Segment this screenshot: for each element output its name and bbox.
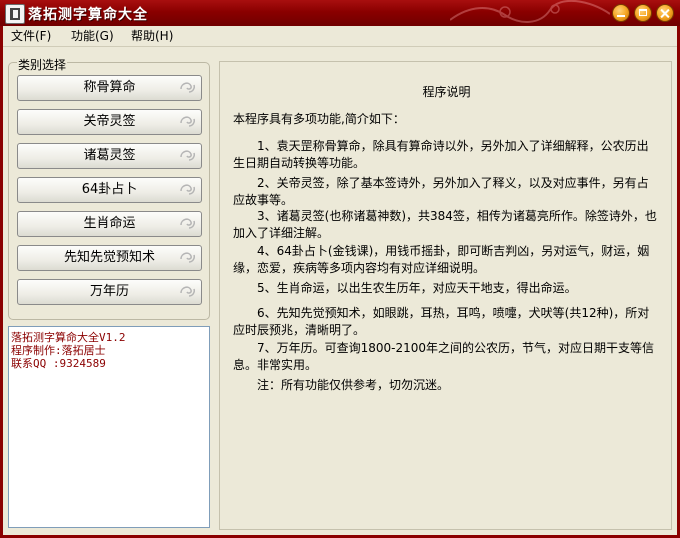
guandi-oracle-button[interactable]: 关帝灵签 [17,109,202,135]
swirl-icon [180,252,195,263]
author-line: 程序制作:落拓居士 [11,344,106,357]
foreknowledge-button[interactable]: 先知先觉预知术 [17,245,202,271]
description-paragraph: 7、万年历。可查询1800-2100年之间的公农历，节气，对应日期干支等信息。非… [233,341,655,372]
title-bar[interactable]: 落拓测字算命大全 [0,0,680,26]
button-label: 生肖命运 [83,216,136,231]
minimize-button[interactable] [612,4,630,22]
menu-function[interactable]: 功能(G) [68,28,117,44]
zhuge-oracle-button[interactable]: 诸葛灵签 [17,143,202,169]
hexagram-divination-button[interactable]: 64卦占卜 [17,177,202,203]
description-paragraph: 4、64卦占卜(金钱课)，用钱币摇卦，即可断吉判凶，另对运气，财运，姻缘，恋爱，… [233,244,650,275]
menu-help[interactable]: 帮助(H) [128,28,176,44]
button-label: 先知先觉预知术 [63,250,155,265]
button-label: 诸葛灵签 [83,148,136,163]
button-label: 关帝灵签 [83,114,136,129]
swirl-icon [180,116,195,127]
disclaimer-paragraph: 注：所有功能仅供参考，切勿沉迷。 [257,378,450,392]
swirl-icon [180,218,195,229]
description-paragraph: 6、先知先觉预知术，如眼跳，耳热，耳鸣，喷嚏，犬吠等(共12种)，所对应时辰预兆… [233,306,650,337]
swirl-icon [180,150,195,161]
zodiac-fate-button[interactable]: 生肖命运 [17,211,202,237]
menu-bar: 文件(F) 功能(G) 帮助(H) [0,26,680,47]
button-label: 万年历 [89,284,129,299]
button-label: 64卦占卜 [81,182,138,197]
perpetual-calendar-button[interactable]: 万年历 [17,279,202,305]
description-panel: 程序说明 本程序具有多项功能,简介如下： 1、袁天罡称骨算命，除具有算命诗以外，… [219,61,672,530]
maximize-icon [639,9,647,16]
description-paragraph: 1、袁天罡称骨算命，除具有算命诗以外，另外加入了详细解释，公农历出生日期自动转换… [233,139,649,170]
swirl-icon [180,82,195,93]
maximize-button[interactable] [634,4,652,22]
button-label: 称骨算命 [83,80,136,95]
close-button[interactable] [656,4,674,22]
panel-title: 程序说明 [422,85,471,99]
contact-line: 联系QQ :9324589 [11,357,106,370]
info-textbox[interactable]: 落拓测字算命大全V1.2 程序制作:落拓居士 联系QQ :9324589 [8,326,210,528]
cloud-scroll-decoration [450,0,610,23]
bone-weight-fortune-button[interactable]: 称骨算命 [17,75,202,101]
description-paragraph: 5、生肖命运，以出生农生历年，对应天干地支，得出命运。 [257,281,577,295]
category-group-label: 类别选择 [17,56,68,73]
version-line: 落拓测字算命大全V1.2 [11,331,126,344]
menu-file[interactable]: 文件(F) [8,28,54,44]
description-paragraph: 2、关帝灵签，除了基本签诗外，另外加入了释义，以及对应事件，另有占应故事等。 [233,176,649,207]
minimize-icon [617,15,625,17]
swirl-icon [180,184,195,195]
window-frame-left [0,26,3,538]
app-icon[interactable] [5,4,25,24]
app-window: 落拓测字算命大全 文件(F) 功能(G) 帮助(H) 类别选择 称骨算命 关帝灵… [0,0,680,538]
panel-intro: 本程序具有多项功能,简介如下： [233,112,405,126]
swirl-icon [180,286,195,297]
description-paragraph: 3、诸葛灵签(也称诸葛神数)，共384签，相传为诸葛亮所作。除签诗外，也加入了详… [233,209,657,240]
window-title: 落拓测字算命大全 [28,7,148,23]
